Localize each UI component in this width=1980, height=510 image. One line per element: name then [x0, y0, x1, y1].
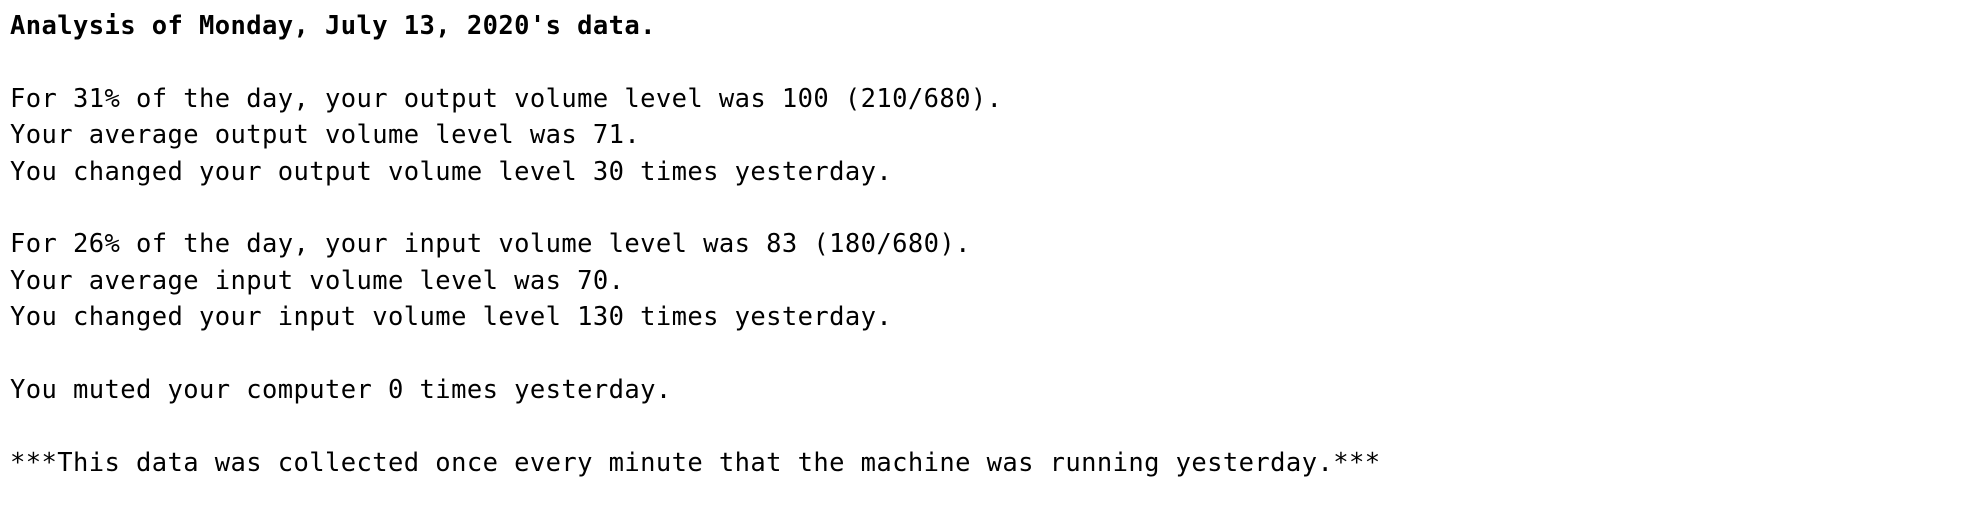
output-peak-text: For 31% of the day, your output volume l…	[10, 83, 1003, 114]
output-average-text: Your average output volume level was 71.	[10, 120, 641, 151]
input-peak-text: For 26% of the day, your input volume le…	[10, 229, 971, 260]
collection-footnote: ***This data was collected once every mi…	[10, 447, 1381, 478]
mute-count-text: You muted your computer 0 times yesterda…	[10, 374, 672, 405]
input-changes-text: You changed your input volume level 130 …	[10, 302, 893, 333]
input-average-text: Your average input volume level was 70.	[10, 265, 625, 296]
output-volume-section: For 31% of the day, your output volume l…	[10, 81, 1960, 190]
report-window: { "report": { "title": "Analysis of Mond…	[0, 0, 1980, 510]
output-changes-text: You changed your output volume level 30 …	[10, 156, 893, 187]
input-volume-section: For 26% of the day, your input volume le…	[10, 226, 1960, 335]
volume-analysis-report: Analysis of Monday, July 13, 2020's data…	[10, 8, 1960, 481]
report-title: Analysis of Monday, July 13, 2020's data…	[10, 11, 656, 41]
